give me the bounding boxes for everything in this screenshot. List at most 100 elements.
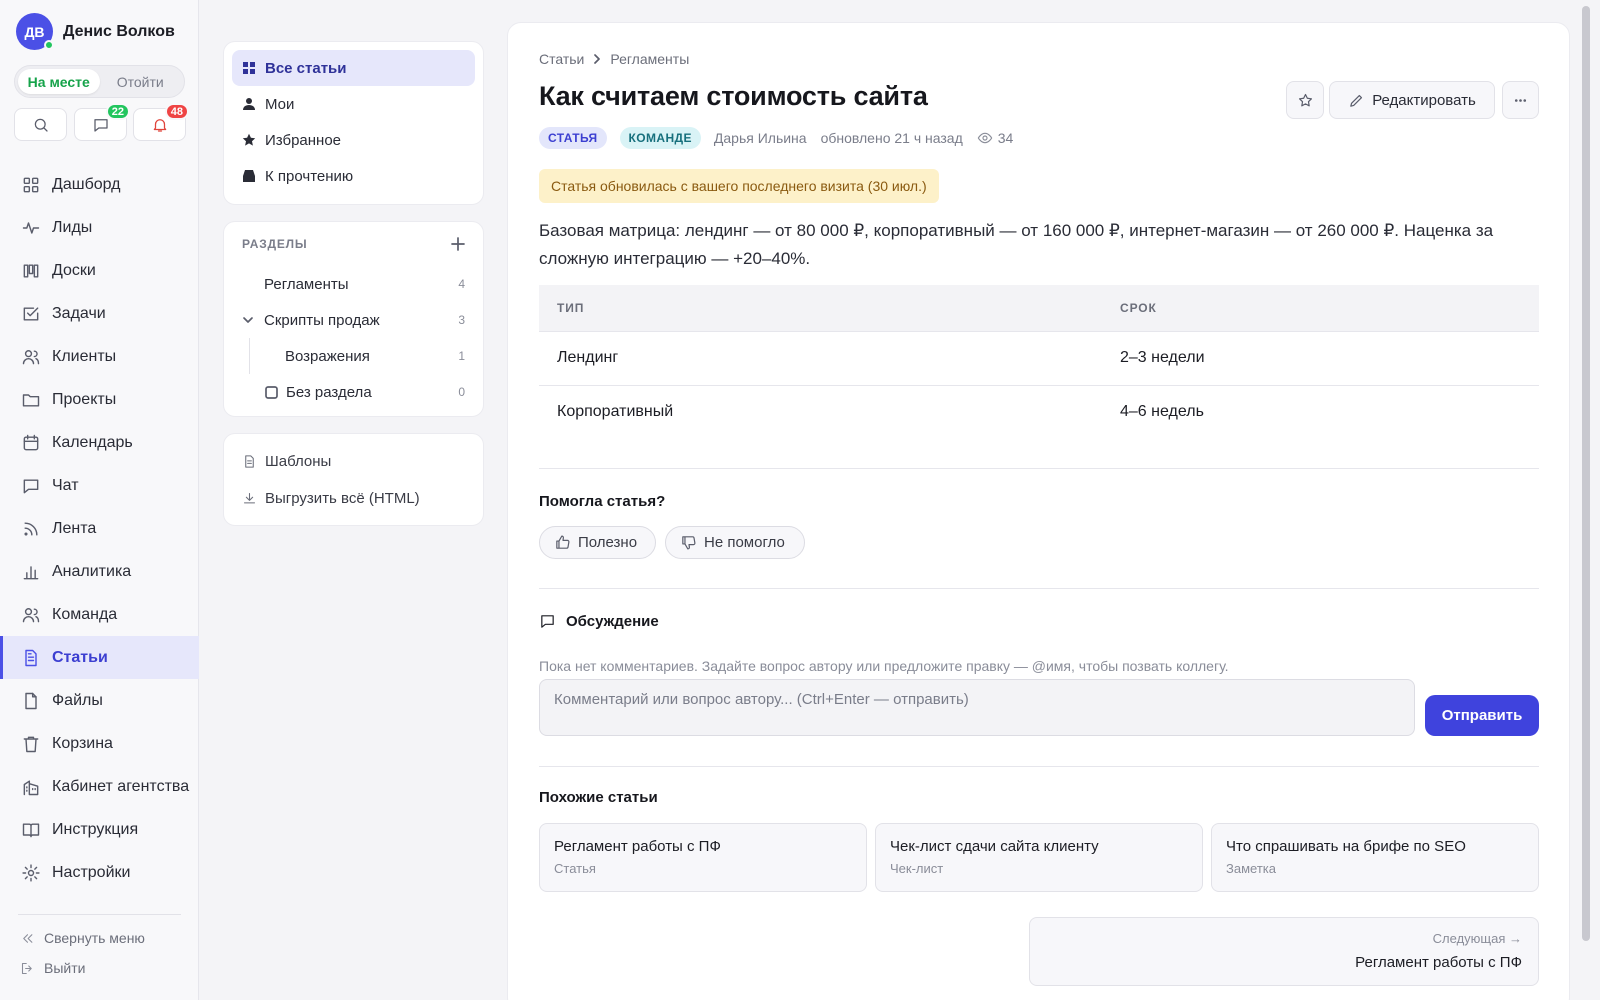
section-item-unsorted[interactable]: Без раздела 0 xyxy=(224,374,483,410)
chat-icon xyxy=(93,118,108,132)
scope-tag: КОМАНДЕ xyxy=(619,127,701,149)
divider xyxy=(539,468,1539,469)
author-name[interactable]: Дарья Ильина xyxy=(714,130,807,146)
article-filters: Все статьи Мои Избранное К прочтению xyxy=(223,41,484,205)
nav-item-clients[interactable]: Клиенты xyxy=(0,335,199,378)
more-button[interactable] xyxy=(1502,81,1539,119)
table-cell: Лендинг xyxy=(539,330,1102,385)
table-header-term: СРОК xyxy=(1102,285,1539,331)
breadcrumb-articles[interactable]: Статьи xyxy=(539,51,584,67)
file-icon xyxy=(25,692,37,709)
nav-item-files[interactable]: Файлы xyxy=(0,679,199,722)
comment-input[interactable] xyxy=(539,679,1415,736)
sections-title: РАЗДЕЛЫ xyxy=(242,237,308,251)
messages-button[interactable]: 22 xyxy=(74,103,130,141)
nav-item-analytics[interactable]: Аналитика xyxy=(0,550,199,593)
nav-item-guide[interactable]: Инструкция xyxy=(0,808,199,851)
bell-icon xyxy=(153,118,166,132)
filter-all-articles[interactable]: Все статьи xyxy=(232,50,475,86)
nav-item-tasks[interactable]: Задачи xyxy=(0,292,199,335)
chevron-down-icon[interactable] xyxy=(242,314,254,326)
logout-button[interactable]: Выйти xyxy=(20,960,85,976)
send-comment-button[interactable]: Отправить xyxy=(1425,695,1539,736)
page-scrollbar[interactable] xyxy=(1582,6,1590,941)
plus-icon[interactable] xyxy=(451,237,465,251)
table-row: Лендинг 2–3 недели xyxy=(539,330,1539,385)
chat-icon xyxy=(23,478,39,493)
templates-label: Шаблоны xyxy=(265,453,332,470)
nav-item-chat[interactable]: Чат xyxy=(0,464,199,507)
similar-article-card[interactable]: Чек-лист сдачи сайта клиенту Чек-лист xyxy=(875,823,1203,892)
user-profile[interactable]: ДВ Денис Волков xyxy=(16,13,175,50)
chevrons-left-icon xyxy=(23,933,33,943)
section-label: Без раздела xyxy=(286,383,372,401)
building-icon xyxy=(23,779,39,795)
article-meta: СТАТЬЯ КОМАНДЕ Дарья Ильина обновлено 21… xyxy=(539,127,1013,149)
helpful-button[interactable]: Полезно xyxy=(539,526,656,559)
similar-article-kind: Заметка xyxy=(1226,861,1276,876)
not-helpful-button[interactable]: Не помогло xyxy=(665,526,805,559)
presence-away-option[interactable]: Отойти xyxy=(100,69,182,94)
nav-item-label: Кабинет агентства xyxy=(52,777,190,795)
search-button[interactable] xyxy=(14,108,67,141)
notifications-button[interactable]: 48 xyxy=(133,103,189,141)
divider xyxy=(539,766,1539,767)
grid-icon xyxy=(23,177,39,192)
next-article-card[interactable]: Следующая → Регламент работы с ПФ xyxy=(1029,917,1539,986)
sections-header: РАЗДЕЛЫ xyxy=(224,222,483,266)
presence-active-option[interactable]: На месте xyxy=(18,69,100,94)
nav-item-feed[interactable]: Лента xyxy=(0,507,199,550)
collapse-menu-button[interactable]: Свернуть меню xyxy=(20,930,145,946)
nav-item-label: Доски xyxy=(52,261,96,279)
avatar-initials: ДВ xyxy=(24,23,45,40)
filter-mine[interactable]: Мои xyxy=(232,86,475,122)
edit-button[interactable]: Редактировать xyxy=(1329,81,1495,119)
templates-link[interactable]: Шаблоны xyxy=(224,443,483,480)
not-helpful-label: Не помогло xyxy=(704,534,785,551)
section-item-sales-scripts[interactable]: Скрипты продаж 3 xyxy=(224,302,483,338)
team-icon xyxy=(22,607,40,622)
nav-item-leads[interactable]: Лиды xyxy=(0,206,199,249)
discussion-header: Обсуждение xyxy=(539,613,659,630)
section-label: Регламенты xyxy=(264,275,349,293)
nav-item-settings[interactable]: Настройки xyxy=(0,851,199,894)
table-cell: 2–3 недели xyxy=(1102,330,1539,385)
similar-article-card[interactable]: Что спрашивать на брифе по SEO Заметка xyxy=(1211,823,1539,892)
divider xyxy=(539,588,1539,589)
download-icon xyxy=(243,492,256,504)
nav-item-dashboard[interactable]: Дашборд xyxy=(0,163,199,206)
type-tag: СТАТЬЯ xyxy=(539,127,607,149)
kanban-icon xyxy=(23,263,39,278)
similar-article-card[interactable]: Регламент работы с ПФ Статья xyxy=(539,823,867,892)
favorite-button[interactable] xyxy=(1286,81,1324,119)
filter-favorites[interactable]: Избранное xyxy=(232,122,475,158)
nav-item-label: Инструкция xyxy=(52,820,139,838)
user-name: Денис Волков xyxy=(63,22,175,40)
grid-icon xyxy=(243,62,255,74)
similar-article-title: Что спрашивать на брифе по SEO xyxy=(1226,838,1466,855)
users-icon xyxy=(22,349,40,364)
eye-icon xyxy=(977,132,992,144)
nav-item-agency[interactable]: Кабинет агентства xyxy=(0,765,199,808)
nav-item-calendar[interactable]: Календарь xyxy=(0,421,199,464)
section-item-regulations[interactable]: Регламенты 4 xyxy=(224,266,483,302)
pencil-icon xyxy=(1350,94,1363,107)
pulse-icon xyxy=(22,221,40,234)
export-html-link[interactable]: Выгрузить всё (HTML) xyxy=(224,480,483,517)
breadcrumb-regulations[interactable]: Регламенты xyxy=(610,51,689,67)
filter-to-read[interactable]: К прочтению xyxy=(232,158,475,194)
table-cell: Корпоративный xyxy=(539,384,1102,439)
nav-item-articles[interactable]: Статьи xyxy=(0,636,199,679)
filter-label: Избранное xyxy=(265,131,342,149)
table-cell: 4–6 недель xyxy=(1102,384,1539,439)
nav-item-label: Чат xyxy=(52,476,79,494)
nav-item-trash[interactable]: Корзина xyxy=(0,722,199,765)
nav-item-team[interactable]: Команда xyxy=(0,593,199,636)
nav-item-label: Статьи xyxy=(52,648,108,666)
section-item-objections[interactable]: Возражения 1 xyxy=(224,338,483,374)
nav-item-boards[interactable]: Доски xyxy=(0,249,199,292)
export-label: Выгрузить всё (HTML) xyxy=(265,490,420,507)
avatar[interactable]: ДВ xyxy=(16,13,54,50)
nav-item-projects[interactable]: Проекты xyxy=(0,378,199,421)
nav-item-label: Лиды xyxy=(52,218,93,236)
